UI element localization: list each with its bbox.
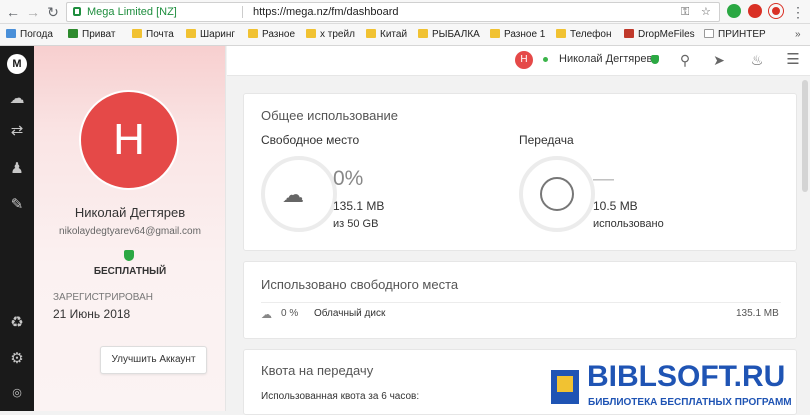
cloud-drive-label: Облачный диск (314, 308, 386, 319)
watermark-logo-accent (557, 376, 573, 392)
watermark-logo-icon (545, 364, 585, 410)
divider (261, 302, 781, 303)
cloud-drive-percent: 0 % (281, 308, 299, 319)
bookmarks-bar: Погода Приват Почта Шаринг Разное х трей… (0, 24, 810, 46)
hamburger-menu-icon[interactable]: ☰ (784, 51, 802, 69)
watermark-title: BIBLSOFT.RU (587, 360, 786, 393)
omnibox-separator (242, 6, 243, 18)
settings-icon[interactable]: ⚙ (7, 350, 27, 368)
bookmark-item[interactable]: Почта (132, 28, 174, 42)
folder-icon (132, 29, 142, 38)
red-extension-icon[interactable] (748, 4, 762, 18)
back-arrow-icon[interactable]: ← (4, 3, 22, 21)
address-bar[interactable]: Mega Limited [NZ] https://mega.nz/fm/das… (66, 2, 720, 22)
page-icon (704, 29, 714, 38)
key-icon[interactable]: ⚿ (681, 3, 689, 21)
cloud-drive-icon: ☁ (261, 309, 272, 321)
rubbish-bin-icon[interactable]: ♻ (7, 314, 27, 332)
bookmark-item[interactable]: DropMeFiles (624, 28, 695, 42)
quota-row-label: Использованная квота за 6 часов: (261, 391, 420, 402)
browser-toolbar: ← → ↻ Mega Limited [NZ] https://mega.nz/… (0, 0, 810, 24)
watermark: BIBLSOFT.RU БИБЛИОТЕКА БЕСПЛАТНЫХ ПРОГРА… (545, 360, 810, 411)
star-icon[interactable]: ☆ (701, 3, 711, 21)
mega-logo-icon[interactable]: M (7, 54, 27, 74)
secure-site-label: Mega Limited [NZ] (87, 6, 177, 18)
storage-total: из 50 GB (333, 218, 379, 230)
plan-badge: БЕСПЛАТНЫЙ (93, 266, 167, 277)
bookmark-item[interactable]: Погода (6, 28, 53, 42)
bookmark-item[interactable]: Разное 1 (490, 28, 545, 42)
folder-icon (306, 29, 316, 38)
bookmark-item[interactable]: х трейл (306, 28, 355, 42)
top-user-name[interactable]: Николай Дегтярев (559, 53, 652, 65)
profile-name: Николай Дегтярев (74, 205, 186, 220)
folder-icon (490, 29, 500, 38)
bookmark-item[interactable]: Китай (366, 28, 407, 42)
bookmark-item[interactable]: Разное (248, 28, 295, 42)
registered-label: ЗАРЕГИСТРИРОВАН (53, 292, 153, 303)
rocket-icon[interactable]: ➤ (710, 51, 728, 69)
cloud-drive-size: 135.1 MB (736, 308, 779, 319)
user-status-icon[interactable]: ◎ (7, 384, 27, 402)
shield-extension-icon[interactable] (727, 4, 741, 18)
storage-used: 135.1 MB (333, 199, 385, 213)
scrollbar[interactable] (802, 80, 808, 192)
transfer-used-label: использовано (593, 218, 664, 230)
chat-icon[interactable]: ✎ (7, 196, 27, 214)
watermark-subtitle: БИБЛИОТЕКА БЕСПЛАТНЫХ ПРОГРАММ (588, 397, 792, 408)
user-avatar-small[interactable]: Н (515, 51, 533, 69)
bookmark-item[interactable]: Приват (68, 28, 115, 42)
usage-card: Общее использование Свободное место ☁ 0%… (243, 93, 797, 251)
reload-icon[interactable]: ↻ (44, 3, 62, 21)
upgrade-account-button[interactable]: Улучшить Аккаунт (100, 346, 207, 374)
transfers-icon[interactable]: ⇄ (7, 122, 27, 140)
avatar[interactable]: Н (79, 90, 179, 190)
search-icon[interactable]: ⚲ (676, 51, 694, 69)
bookmark-item[interactable]: РЫБАЛКА (418, 28, 480, 42)
transfer-title: Передача (519, 133, 574, 147)
bookmarks-overflow-icon[interactable]: » (795, 28, 801, 42)
transfer-dash: — (593, 167, 614, 190)
app-sidebar: M ☁ ⇄ ♟ ✎ ♻ ⚙ ◎ (0, 46, 34, 411)
bookmark-item[interactable]: ПРИНТЕР (704, 28, 766, 42)
usage-title: Общее использование (261, 108, 398, 123)
space-used-card: Использовано свободного места ☁ 0 % Обла… (243, 261, 797, 339)
privat-icon (68, 29, 78, 38)
registered-date: 21 Июнь 2018 (53, 307, 131, 321)
top-bar: Н Николай Дегтярев ⚲ ➤ ♨ ☰ (227, 46, 810, 76)
bookmark-item[interactable]: Телефон (556, 28, 611, 42)
folder-icon (418, 29, 428, 38)
online-status-dot (543, 57, 548, 62)
weather-icon (6, 29, 16, 38)
folder-icon (556, 29, 566, 38)
plan-shield-icon (124, 250, 134, 261)
folder-icon (186, 29, 196, 38)
profile-panel: Н Николай Дегтярев nikolaydegtyarev64@gm… (34, 46, 226, 411)
transfer-used: 10.5 MB (593, 199, 638, 213)
lock-icon (73, 7, 81, 16)
contacts-icon[interactable]: ♟ (7, 160, 27, 178)
menu-dots-icon[interactable]: ⋮ (789, 3, 807, 21)
folder-icon (248, 29, 258, 38)
cloud-icon: ☁ (282, 182, 304, 207)
storage-title: Свободное место (261, 133, 360, 147)
dropmefiles-icon (624, 29, 634, 38)
speedometer-icon (540, 177, 574, 211)
mega-extension-icon[interactable] (769, 4, 783, 18)
storage-percent: 0% (333, 167, 364, 190)
folder-icon (366, 29, 376, 38)
space-used-title: Использовано свободного места (261, 277, 459, 292)
profile-email: nikolaydegtyarev64@gmail.com (59, 226, 201, 237)
url-text[interactable]: https://mega.nz/fm/dashboard (253, 3, 399, 21)
forward-arrow-icon[interactable]: → (24, 3, 42, 21)
bookmark-item[interactable]: Шаринг (186, 28, 235, 42)
pro-shield-icon (651, 55, 659, 64)
quota-title: Квота на передачу (261, 363, 374, 378)
cloud-icon[interactable]: ☁ (7, 90, 27, 108)
bell-icon[interactable]: ♨ (748, 51, 766, 69)
